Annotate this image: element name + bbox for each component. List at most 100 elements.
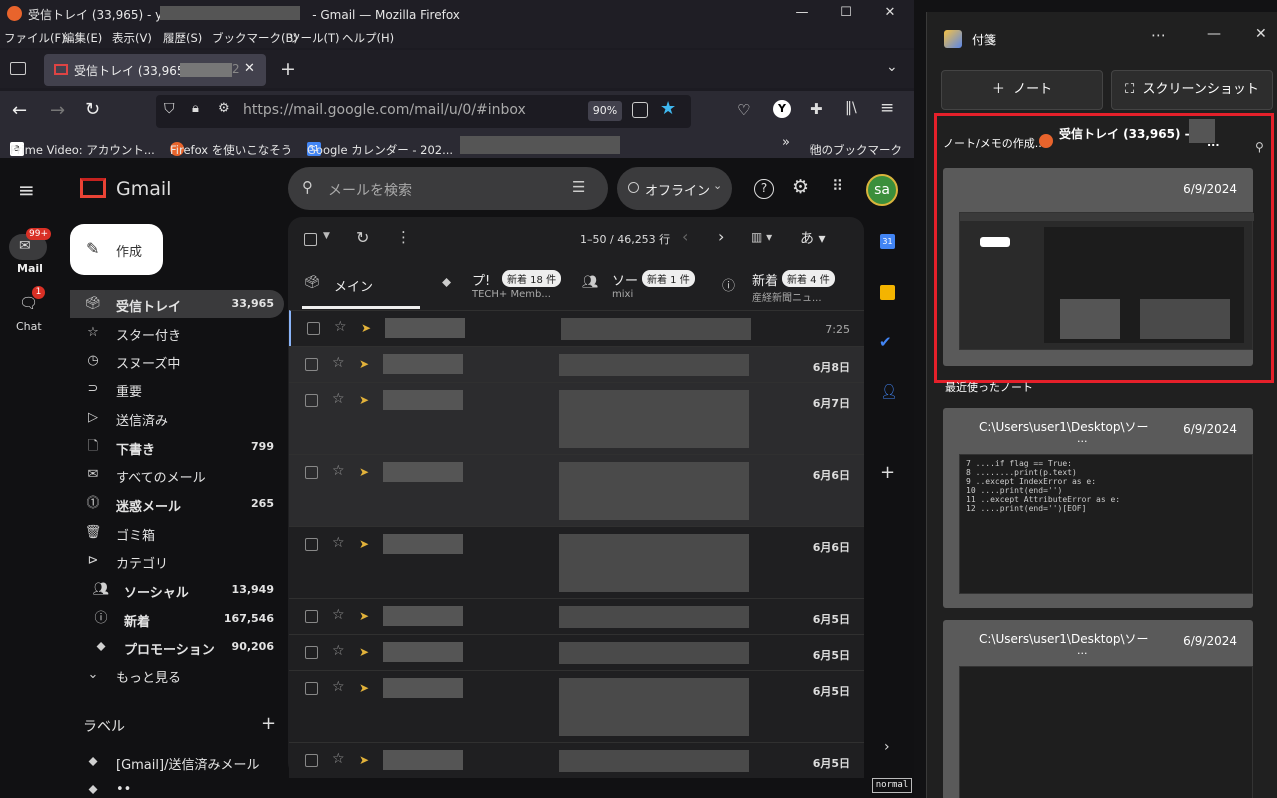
expand-panel-icon[interactable]: ›: [884, 739, 890, 755]
apps-grid-icon[interactable]: ⠿: [832, 177, 843, 195]
sidebar-item-12[interactable]: ⬥ プロモーション 90,206: [70, 633, 284, 661]
star-icon[interactable]: ☆: [332, 355, 345, 371]
menu-help[interactable]: ヘルプ(H): [342, 30, 394, 46]
row-checkbox[interactable]: [305, 682, 318, 695]
sidebar-item-5[interactable]: 🗋 下書き 799: [70, 433, 284, 461]
star-icon[interactable]: ☆: [332, 391, 345, 407]
new-tab-icon[interactable]: +: [280, 58, 296, 80]
pocket-icon[interactable]: ♡: [737, 101, 750, 119]
table-row[interactable]: ☆ ➤ 6月5日: [289, 634, 864, 670]
category-tab-0[interactable]: 🗳︎ メイン: [302, 263, 432, 309]
row-checkbox[interactable]: [305, 358, 318, 371]
reader-view-icon[interactable]: [632, 102, 648, 118]
density-icon[interactable]: ▥ ▾: [751, 230, 772, 244]
sidebar-item-1[interactable]: ☆ スター付き: [70, 319, 284, 347]
extensions-puzzle-icon[interactable]: ✚: [810, 100, 823, 118]
row-checkbox[interactable]: [305, 610, 318, 623]
prev-page-icon[interactable]: ‹: [682, 227, 688, 246]
permissions-icon[interactable]: ⚙︎: [218, 101, 230, 116]
sidebar-item-11[interactable]: ⓘ 新着 167,546: [70, 605, 284, 633]
star-icon[interactable]: ☆: [332, 463, 345, 479]
reload-icon[interactable]: ↻: [85, 99, 100, 120]
importance-icon[interactable]: ➤: [361, 321, 371, 335]
category-tab-3[interactable]: ⓘ 新着 新着 4 件産経新聞ニュ...: [720, 263, 850, 309]
table-row[interactable]: ☆ ➤ 6月7日: [289, 382, 864, 454]
contacts-icon[interactable]: 👤︎: [880, 384, 898, 400]
table-row[interactable]: ☆ ➤ 6月8日: [289, 346, 864, 382]
add-label-icon[interactable]: +: [261, 713, 276, 734]
tab-overview-icon[interactable]: [10, 62, 26, 75]
get-addons-icon[interactable]: +: [880, 462, 895, 483]
row-checkbox[interactable]: [305, 754, 318, 767]
note-card-code-1[interactable]: C:\Users\user1\Desktop\ソー ... 6/9/2024 7…: [943, 408, 1253, 608]
search-options-icon[interactable]: ☰: [572, 178, 585, 196]
tab-gmail[interactable]: 受信トレイ (33,965) - 2 ✕: [44, 54, 266, 86]
library-icon[interactable]: ‖\: [845, 100, 857, 116]
url-bar[interactable]: ⛉ 🔒︎ ⚙︎ https://mail.google.com/mail/u/0…: [156, 95, 691, 128]
menu-tools[interactable]: ツール(T): [289, 30, 340, 46]
maximize-icon[interactable]: ☐: [826, 2, 866, 24]
sidebar-item-7[interactable]: ⓵ 迷惑メール 265: [70, 490, 284, 518]
title-bar[interactable]: 受信トレイ (33,965) - y - Gmail — Mozilla Fire…: [0, 0, 914, 28]
more-horiz-icon[interactable]: ⋯: [1151, 26, 1166, 44]
table-row[interactable]: ☆ ➤ 6月6日: [289, 526, 864, 598]
sidebar-item-4[interactable]: ▷ 送信済み: [70, 404, 284, 432]
tasks-icon[interactable]: ✔: [879, 333, 892, 351]
sidebar-item-10[interactable]: 👥︎ ソーシャル 13,949: [70, 576, 284, 604]
star-icon[interactable]: ☆: [334, 319, 347, 335]
importance-icon[interactable]: ➤: [359, 357, 369, 371]
screenshot-button[interactable]: ⛶ スクリーンショット: [1111, 70, 1273, 110]
label-item-sent[interactable]: ⬥ [Gmail]/送信済みメール: [70, 748, 284, 776]
menu-bookmarks[interactable]: ブックマーク(B): [212, 30, 298, 46]
keep-icon[interactable]: [880, 285, 895, 300]
shield-icon[interactable]: ⛉: [164, 101, 175, 117]
label-item-2[interactable]: ⬥ ••: [70, 776, 284, 798]
rail-mail-button[interactable]: ✉ 99+: [9, 228, 51, 260]
close-icon[interactable]: ✕: [1255, 26, 1267, 42]
zoom-level[interactable]: 90%: [588, 101, 622, 121]
bookmark-star-icon[interactable]: ★: [660, 98, 676, 119]
star-icon[interactable]: ☆: [332, 535, 345, 551]
back-icon[interactable]: ←: [12, 100, 27, 121]
importance-icon[interactable]: ➤: [359, 393, 369, 407]
lock-icon[interactable]: 🔒︎: [192, 101, 199, 116]
extension-y-icon[interactable]: Y: [773, 100, 791, 118]
table-row[interactable]: ☆ ➤ 6月5日: [289, 742, 864, 778]
sidebar-item-13[interactable]: ⌄ もっと見る: [70, 661, 284, 689]
help-icon[interactable]: ?: [754, 179, 774, 199]
row-checkbox[interactable]: [305, 538, 318, 551]
note-card-screenshot[interactable]: 6/9/2024: [943, 168, 1254, 366]
search-input[interactable]: メールを検索: [328, 180, 412, 200]
bookmarks-overflow-icon[interactable]: »: [782, 135, 790, 150]
compose-button[interactable]: ✎ 作成: [70, 224, 163, 275]
importance-icon[interactable]: ➤: [359, 645, 369, 659]
row-checkbox[interactable]: [305, 466, 318, 479]
next-page-icon[interactable]: ›: [718, 227, 724, 246]
row-checkbox[interactable]: [305, 394, 318, 407]
select-dropdown-icon[interactable]: ▼: [323, 231, 330, 241]
note-card-code-2[interactable]: C:\Users\user1\Desktop\ソー ... 6/9/2024: [943, 620, 1253, 798]
importance-icon[interactable]: ➤: [359, 537, 369, 551]
search-icon[interactable]: ⚲: [302, 178, 313, 196]
category-tab-2[interactable]: 👥︎ ソー 新着 1 件 mixi: [580, 263, 710, 309]
star-icon[interactable]: ☆: [332, 607, 345, 623]
row-checkbox[interactable]: [305, 646, 318, 659]
refresh-icon[interactable]: ↻: [356, 228, 369, 247]
importance-icon[interactable]: ➤: [359, 753, 369, 767]
minimize-icon[interactable]: —: [782, 2, 822, 24]
input-tools-button[interactable]: あ ▾: [800, 228, 825, 248]
sidebar-item-0[interactable]: 🗳︎ 受信トレイ 33,965: [70, 290, 284, 318]
select-all-checkbox[interactable]: [304, 233, 317, 246]
sidebar-item-3[interactable]: ⊃ 重要: [70, 375, 284, 403]
table-row[interactable]: ☆ ➤ 6月5日: [289, 598, 864, 634]
offline-status-button[interactable]: オフライン ⌄: [617, 167, 732, 210]
hamburger-menu-icon[interactable]: ≡: [880, 98, 894, 118]
menu-file[interactable]: ファイル(F): [4, 30, 66, 46]
category-tab-1[interactable]: ⬥ プ! 新着 18 件 TECH+ Memb...: [440, 263, 570, 309]
sidebar-item-6[interactable]: ✉ すべてのメール: [70, 461, 284, 489]
settings-gear-icon[interactable]: ⚙: [792, 176, 809, 198]
importance-icon[interactable]: ➤: [359, 609, 369, 623]
row-checkbox[interactable]: [307, 322, 320, 335]
calendar-icon[interactable]: 31: [880, 234, 895, 249]
sidebar-item-8[interactable]: 🗑 ゴミ箱: [70, 519, 284, 547]
